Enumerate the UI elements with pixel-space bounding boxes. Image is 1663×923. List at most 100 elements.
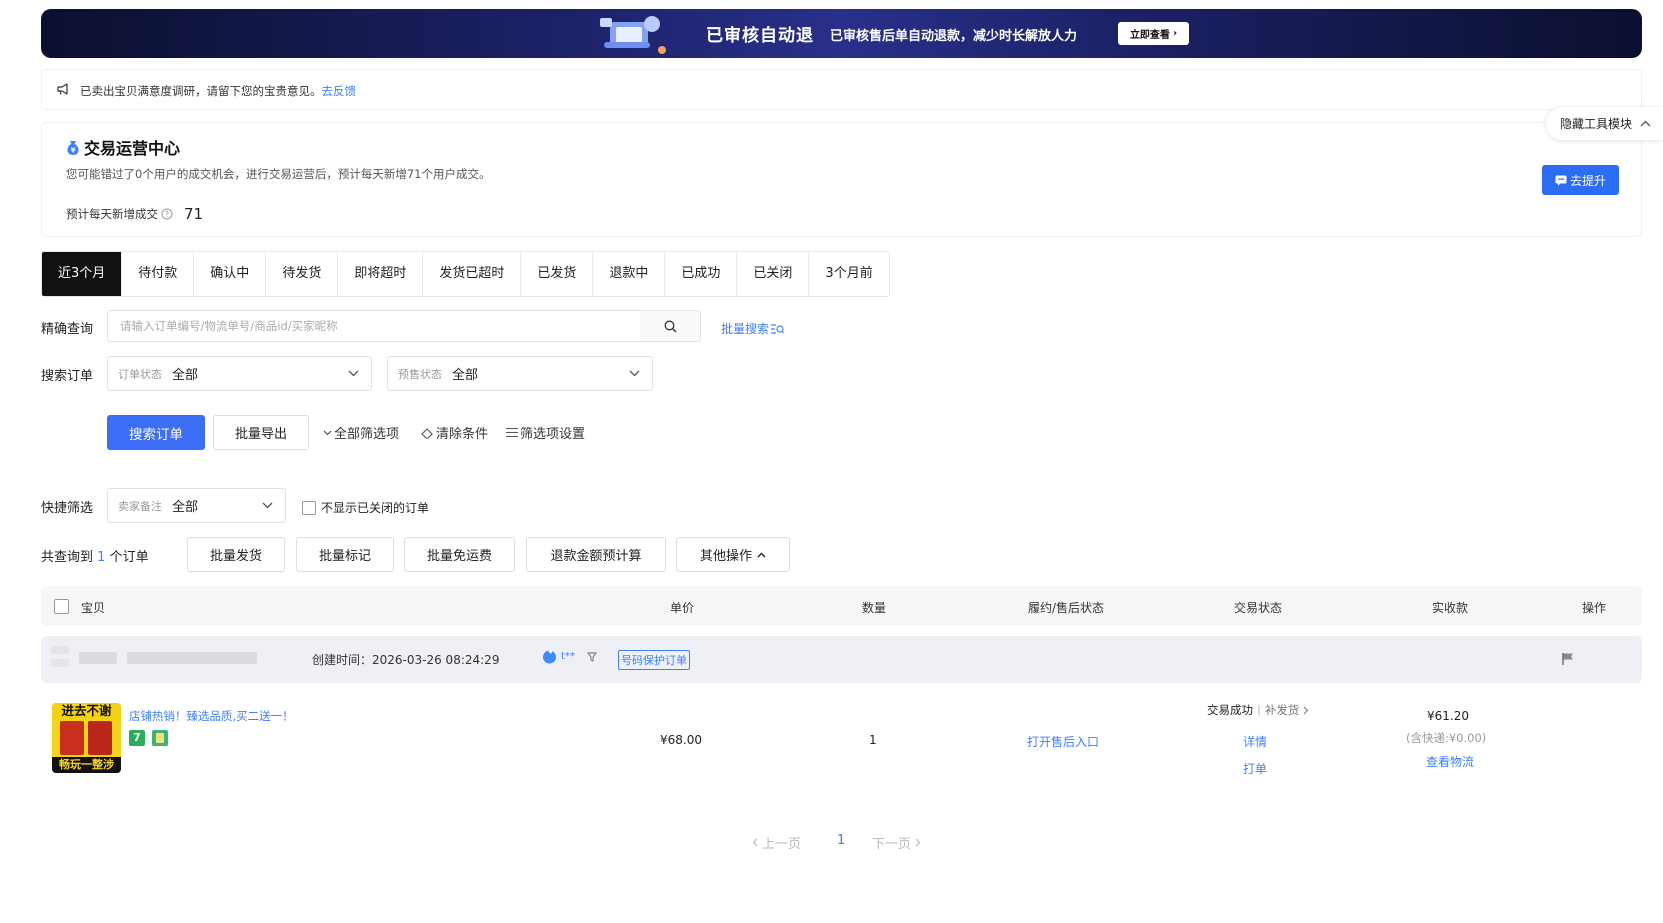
tab-about-to-timeout[interactable]: 即将超时 — [338, 252, 424, 296]
notice-text: 已卖出宝贝满意度调研，请留下您的宝贵意见。 — [80, 84, 322, 98]
seller-note-select[interactable]: 卖家备注 全部 — [107, 488, 286, 523]
other-actions-button[interactable]: 其他操作 — [676, 537, 790, 572]
search-button[interactable] — [640, 310, 701, 342]
filter-settings-label: 筛选项设置 — [520, 427, 586, 442]
view-logistics-link[interactable]: 查看物流 — [1426, 753, 1474, 770]
presale-status-value: 全部 — [452, 368, 479, 383]
chevron-up-icon — [1640, 120, 1651, 127]
status-divider: | — [1257, 703, 1261, 717]
col-quantity: 数量 — [862, 601, 887, 615]
presale-status-label: 预售状态 — [398, 367, 442, 381]
promo-banner[interactable]: 已审核自动退 已审核售后单自动退款，减少时长解放人力 立即查看 › — [41, 9, 1642, 58]
col-after-sale: 履约/售后状态 — [1028, 601, 1105, 615]
presale-status-select[interactable]: 预售状态 全部 — [387, 356, 653, 391]
blurred-order-id — [51, 659, 69, 667]
reship-link[interactable]: 补发货 — [1265, 702, 1300, 718]
table-header: 宝贝 单价 数量 履约/售后状态 交易状态 实收款 操作 — [41, 586, 1642, 626]
search-icon — [664, 320, 676, 332]
filter-funnel-icon[interactable] — [587, 652, 597, 662]
print-order-link[interactable]: 打单 — [1243, 760, 1267, 777]
order-status-select[interactable]: 订单状态 全部 — [107, 356, 372, 391]
next-page-button[interactable]: 下一页 — [872, 833, 921, 852]
quantity: 1 — [869, 733, 877, 747]
tab-succeeded[interactable]: 已成功 — [665, 252, 738, 296]
improve-button[interactable]: 去提升 — [1542, 165, 1619, 195]
banner-subtitle: 已审核售后单自动退款，减少时长解放人力 — [830, 29, 1078, 44]
product-title-link[interactable]: 店铺热销！臻选品质,买二送一！ — [129, 708, 294, 724]
trade-status: 交易成功 — [1207, 703, 1253, 717]
chevron-down-icon — [348, 370, 359, 377]
chevron-right-icon — [915, 838, 921, 847]
buyer-info[interactable]: t** — [542, 649, 597, 664]
buyer-avatar-icon — [543, 650, 556, 664]
ops-title-row: ¥ 交易运营中心 — [65, 135, 180, 159]
thumbnail-bottom-text: 畅玩一整涉 — [52, 757, 121, 773]
search-orders-button[interactable]: 搜索订单 — [107, 415, 205, 450]
blurred-order-id — [79, 652, 117, 664]
banner-view-label: 立即查看 — [1129, 30, 1170, 41]
tab-pending-payment[interactable]: 待付款 — [122, 252, 195, 296]
svg-text:¥: ¥ — [71, 146, 76, 154]
tab-ship-overdue[interactable]: 发货已超时 — [423, 252, 522, 296]
other-actions-label: 其他操作 — [699, 549, 752, 564]
survey-notice: 已卖出宝贝满意度调研，请留下您的宝贵意见。去反馈 — [41, 69, 1642, 110]
tab-closed[interactable]: 已关闭 — [737, 252, 810, 296]
filter-settings-button[interactable]: 筛选项设置 — [506, 423, 585, 442]
seller-note-label: 卖家备注 — [118, 499, 162, 513]
svg-text:?: ? — [165, 210, 169, 219]
batch-ship-button[interactable]: 批量发货 — [187, 537, 285, 572]
banner-title: 已审核自动退 — [706, 26, 814, 46]
product-thumbnail[interactable]: 进去不谢 畅玩一整涉 — [52, 703, 121, 773]
order-created-time: 创建时间：2026-03-26 08:24:29 — [312, 653, 500, 667]
product-bottle-shape — [88, 721, 112, 755]
order-group-header: 创建时间：2026-03-26 08:24:29 t** 号码保护订单 — [41, 636, 1642, 683]
menu-icon — [506, 427, 518, 438]
tab-confirming[interactable]: 确认中 — [194, 252, 267, 296]
banner-illustration-icon — [600, 16, 666, 54]
buyer-nick-suffix: t** — [561, 651, 575, 662]
flag-icon[interactable] — [1561, 652, 1575, 666]
number-protection-tag: 号码保护订单 — [618, 650, 690, 670]
received-amount: ¥61.20 — [1427, 709, 1469, 723]
batch-search-link[interactable]: 批量搜索 — [721, 320, 784, 337]
result-suffix: 个订单 — [109, 550, 149, 565]
clear-conditions-button[interactable]: 清除条件 — [421, 423, 488, 442]
tab-refunding[interactable]: 退款中 — [593, 252, 666, 296]
search-input[interactable]: 请输入订单编号/物流单号/商品id/买家昵称 — [107, 310, 641, 342]
tab-recent-3-months[interactable]: 近3个月 — [42, 252, 123, 296]
prev-page-button[interactable]: 上一页 — [752, 833, 801, 852]
money-bag-icon: ¥ — [67, 140, 79, 155]
tab-to-ship[interactable]: 待发货 — [266, 252, 339, 296]
hide-closed-option[interactable]: 不显示已关闭的订单 — [302, 499, 429, 516]
blurred-order-id — [127, 652, 257, 664]
banner-view-button[interactable]: 立即查看 › — [1118, 22, 1189, 45]
chevron-down-small-icon — [323, 430, 332, 435]
hide-closed-checkbox[interactable] — [302, 500, 316, 515]
thumbnail-top-text: 进去不谢 — [52, 703, 121, 719]
hide-tools-toggle[interactable]: 隐藏工具模块 — [1546, 107, 1663, 140]
refund-precalc-button[interactable]: 退款金额预计算 — [526, 537, 666, 572]
all-filters-label: 全部筛选项 — [334, 427, 400, 442]
feedback-link[interactable]: 去反馈 — [322, 84, 357, 98]
help-circle-icon[interactable]: ? — [161, 208, 173, 220]
batch-export-button[interactable]: 批量导出 — [213, 415, 309, 450]
order-tabs: 近3个月 待付款 确认中 待发货 即将超时 发货已超时 已发货 退款中 已成功 … — [41, 251, 890, 297]
all-filters-toggle[interactable]: 全部筛选项 — [323, 423, 399, 442]
batch-mark-button[interactable]: 批量标记 — [296, 537, 394, 572]
col-received: 实收款 — [1432, 601, 1469, 615]
batch-free-shipping-button[interactable]: 批量免运费 — [404, 537, 515, 572]
page-number-1[interactable]: 1 — [837, 833, 845, 848]
result-count-value: 1 — [97, 550, 106, 565]
chevron-up-icon — [757, 552, 766, 557]
quick-filter-label: 快捷筛选 — [41, 501, 94, 516]
open-after-sale-link[interactable]: 打开售后入口 — [1027, 733, 1099, 750]
clear-conditions-label: 清除条件 — [436, 427, 489, 442]
order-detail-link[interactable]: 详情 — [1243, 733, 1267, 750]
trade-status-row: 交易成功 | 补发货 — [1207, 702, 1309, 718]
order-status-label: 订单状态 — [118, 367, 162, 381]
product-bottle-shape — [60, 721, 84, 755]
list-search-icon — [771, 323, 784, 334]
select-all-checkbox[interactable] — [54, 599, 69, 614]
tab-older-than-3-months[interactable]: 3个月前 — [809, 252, 888, 296]
tab-shipped[interactable]: 已发货 — [521, 252, 594, 296]
